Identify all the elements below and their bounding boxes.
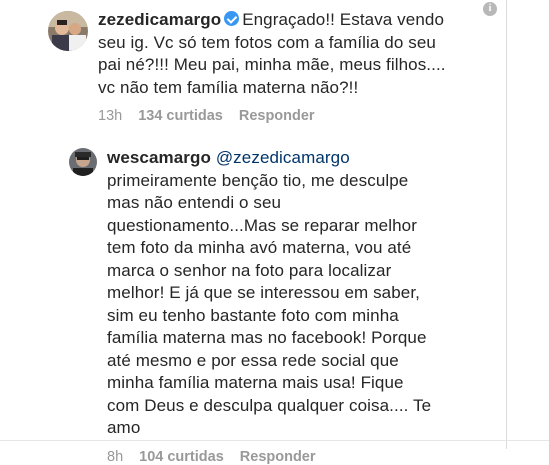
- comment-username[interactable]: zezedicamargo: [98, 10, 221, 29]
- comment-line: com Deus e desculpa qualquer coisa.... T…: [107, 395, 432, 415]
- reply-comment: wescamargo @zezedicamargo primeiramente …: [69, 147, 489, 465]
- comment-time[interactable]: 8h: [107, 449, 123, 465]
- comment-first-line: zezedicamargo Engraçado!! Estava vendo: [98, 9, 498, 32]
- comment-line: amo: [107, 418, 141, 437]
- comment-line: primeiramente benção tio, me desculpe: [107, 170, 409, 190]
- avatar[interactable]: [69, 148, 97, 176]
- comments-panel: i zezedicamargo Engraçado!! Estava vendo …: [0, 0, 549, 465]
- comment-line: melhor! E já que se interessou em saber,: [107, 283, 420, 302]
- panel-border: [506, 0, 507, 449]
- comment-line: Engraçado!! Estava vendo: [242, 10, 444, 29]
- comment-line: vc não tem família materna não?!!: [98, 77, 359, 97]
- reply-button[interactable]: Responder: [240, 449, 316, 465]
- comment-line: seu ig. Vc só tem fotos com a família do…: [98, 32, 436, 52]
- comment-line: família materna mas no facebook! Porque: [107, 328, 427, 347]
- verified-badge-icon: [224, 11, 240, 26]
- comment-first-line: wescamargo @zezedicamargo: [107, 147, 489, 170]
- divider: [0, 440, 549, 441]
- comment-line: questionamento...Mas se reparar melhor: [107, 215, 417, 235]
- comment-body: wescamargo @zezedicamargo primeiramente …: [107, 147, 489, 465]
- comment-body: zezedicamargo Engraçado!! Estava vendo se…: [98, 9, 498, 124]
- comment-meta: 8h 104 curtidas Responder: [107, 449, 489, 465]
- comment: zezedicamargo Engraçado!! Estava vendo se…: [48, 9, 498, 124]
- comment-line: pai né?!!! Meu pai, minha mãe, meus filh…: [98, 55, 446, 74]
- comment-text: zezedicamargo Engraçado!! Estava vendo se…: [98, 9, 498, 99]
- comment-meta: 13h 134 curtidas Responder: [98, 108, 498, 124]
- avatar[interactable]: [48, 11, 88, 51]
- reply-button[interactable]: Responder: [239, 108, 315, 124]
- comment-username[interactable]: wescamargo: [107, 148, 211, 167]
- comment-likes[interactable]: 134 curtidas: [138, 108, 223, 124]
- mention-link[interactable]: @zezedicamargo: [216, 148, 350, 167]
- comment-line: sim eu tenho bastante foto com minha: [107, 305, 399, 325]
- comment-text: wescamargo @zezedicamargo primeiramente …: [107, 147, 489, 440]
- comment-time[interactable]: 13h: [98, 108, 122, 124]
- comment-line: tem foto da minha avó materna, vou até: [107, 238, 412, 257]
- comment-line: minha família materna mais usa! Fique: [107, 373, 404, 392]
- comment-likes[interactable]: 104 curtidas: [139, 449, 224, 465]
- comment-line: marca o senhor na foto para localizar: [107, 260, 392, 280]
- comment-line: mas não entendi o seu: [107, 193, 282, 212]
- comment-line: até mesmo e por essa rede social que: [107, 350, 399, 370]
